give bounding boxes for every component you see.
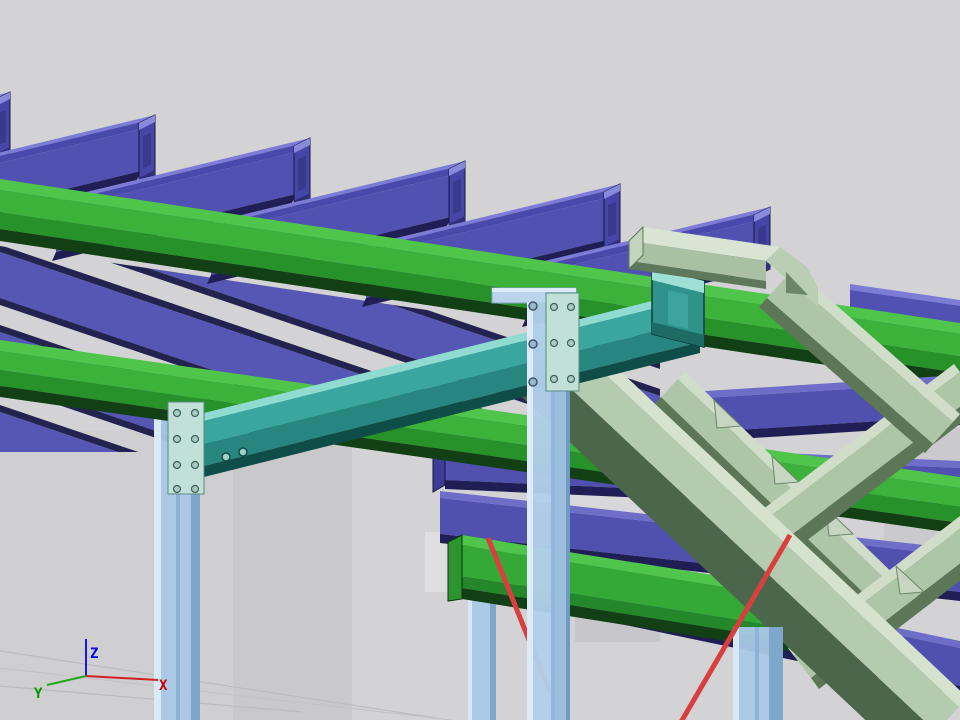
bolt[interactable] — [529, 302, 537, 310]
column-right-part[interactable] — [733, 627, 739, 720]
bolt[interactable] — [568, 376, 575, 383]
column-center-back-part[interactable] — [490, 596, 496, 720]
column-right[interactable] — [733, 627, 783, 720]
scene-canvas[interactable]: Z X Y — [0, 0, 960, 720]
bolt[interactable] — [222, 453, 230, 461]
roof-joist-5-part[interactable] — [608, 202, 616, 237]
bolt[interactable] — [174, 486, 181, 493]
bolt[interactable] — [192, 436, 199, 443]
roof-joist-3-part[interactable] — [298, 156, 306, 191]
bolt[interactable] — [551, 376, 558, 383]
column-right-part[interactable] — [755, 627, 759, 720]
model-viewport[interactable]: Z X Y — [0, 0, 960, 720]
column-left-part[interactable] — [154, 396, 161, 720]
column-right-part[interactable] — [769, 627, 783, 720]
background-blocks-part — [233, 430, 352, 720]
bolt[interactable] — [174, 462, 181, 469]
column-center-main-part[interactable] — [492, 288, 576, 292]
axis-z-label: Z — [90, 646, 98, 662]
bolt[interactable] — [174, 410, 181, 417]
lower-girder-part[interactable] — [448, 535, 462, 601]
roof-joist-2-part[interactable] — [143, 133, 151, 168]
bolt[interactable] — [192, 410, 199, 417]
axis-y-label: Y — [34, 686, 43, 702]
teal-beam-end-section-part[interactable] — [668, 290, 688, 329]
bolt[interactable] — [529, 340, 537, 348]
bolt[interactable] — [551, 340, 558, 347]
end-plate-left-column[interactable] — [168, 402, 204, 494]
bolt[interactable] — [529, 378, 537, 386]
axis-x-label: X — [159, 678, 168, 694]
bolt[interactable] — [568, 340, 575, 347]
bolt[interactable] — [192, 486, 199, 493]
bolt[interactable] — [174, 436, 181, 443]
column-center-main-part[interactable] — [527, 302, 533, 720]
end-plate-center-column[interactable] — [546, 293, 579, 391]
teal-beam-end-section[interactable] — [652, 268, 704, 347]
column-center-back[interactable] — [468, 596, 496, 720]
roof-joist-4-part[interactable] — [453, 179, 461, 214]
bolt[interactable] — [192, 462, 199, 469]
bolt[interactable] — [568, 304, 575, 311]
end-plate-left-column-part[interactable] — [168, 402, 204, 494]
bolt[interactable] — [239, 448, 247, 456]
roof-joist-1-part[interactable] — [0, 110, 6, 145]
column-center-back-part[interactable] — [468, 596, 472, 720]
bolt[interactable] — [551, 304, 558, 311]
